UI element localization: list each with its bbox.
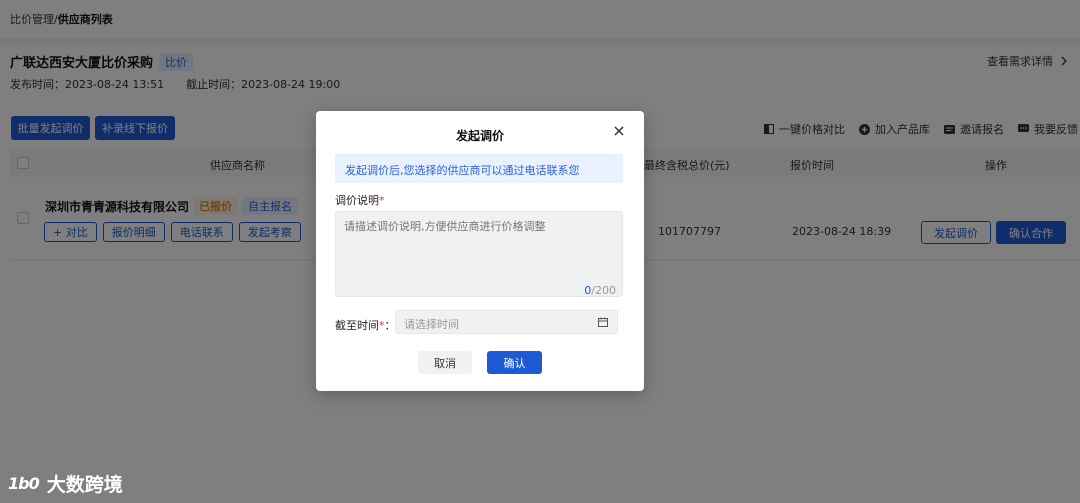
required-mark: * [379, 194, 385, 207]
close-icon[interactable] [613, 125, 625, 137]
char-counter: 0/200 [584, 284, 616, 297]
deadline-label: 截至时间*： [335, 317, 396, 333]
watermark: 1b0 大数跨境 [8, 470, 123, 497]
description-textarea[interactable] [335, 211, 623, 297]
deadline-date-picker[interactable]: 请选择时间 [395, 310, 618, 334]
dialog-title: 发起调价 [455, 129, 504, 143]
confirm-button[interactable]: 确认 [487, 351, 542, 374]
dialog-notice: 发起调价后,您选择的供应商可以通过电话联系您 [335, 154, 623, 183]
char-count-max: /200 [591, 284, 616, 297]
deadline-label-colon: ： [384, 319, 396, 332]
date-picker-placeholder: 请选择时间 [404, 318, 459, 331]
cancel-button[interactable]: 取消 [418, 351, 472, 374]
watermark-logo: 1b0 [8, 474, 40, 493]
description-label-text: 调价说明 [335, 194, 379, 207]
description-label: 调价说明* [335, 192, 385, 208]
calendar-icon [598, 317, 608, 327]
adjust-price-dialog: 发起调价 发起调价后,您选择的供应商可以通过电话联系您 调价说明* 0/200 … [316, 111, 644, 391]
watermark-text: 大数跨境 [46, 474, 123, 496]
deadline-label-text: 截至时间 [335, 319, 379, 332]
